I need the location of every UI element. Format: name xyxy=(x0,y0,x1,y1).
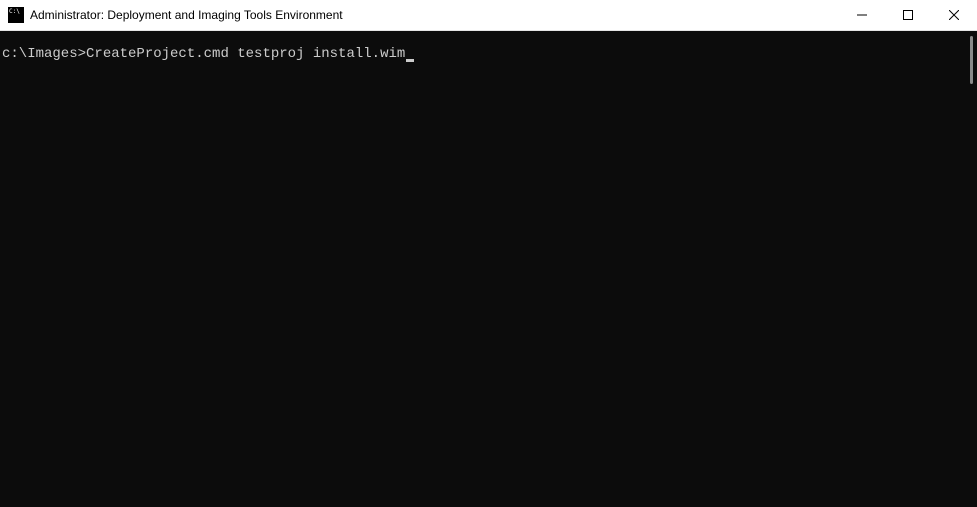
scrollbar-thumb[interactable] xyxy=(970,36,973,84)
close-button[interactable] xyxy=(931,0,977,30)
terminal-cursor xyxy=(406,59,414,62)
titlebar: Administrator: Deployment and Imaging To… xyxy=(0,0,977,31)
terminal-area[interactable]: c:\Images>CreateProject.cmd testproj ins… xyxy=(0,31,977,507)
maximize-icon xyxy=(903,10,913,20)
terminal-command: CreateProject.cmd testproj install.wim xyxy=(86,46,405,62)
terminal-prompt: c:\Images> xyxy=(2,46,86,62)
close-icon xyxy=(949,10,959,20)
maximize-button[interactable] xyxy=(885,0,931,30)
window-title: Administrator: Deployment and Imaging To… xyxy=(30,8,839,22)
minimize-icon xyxy=(857,10,867,20)
minimize-button[interactable] xyxy=(839,0,885,30)
cmd-icon xyxy=(8,7,24,23)
window-controls xyxy=(839,0,977,30)
